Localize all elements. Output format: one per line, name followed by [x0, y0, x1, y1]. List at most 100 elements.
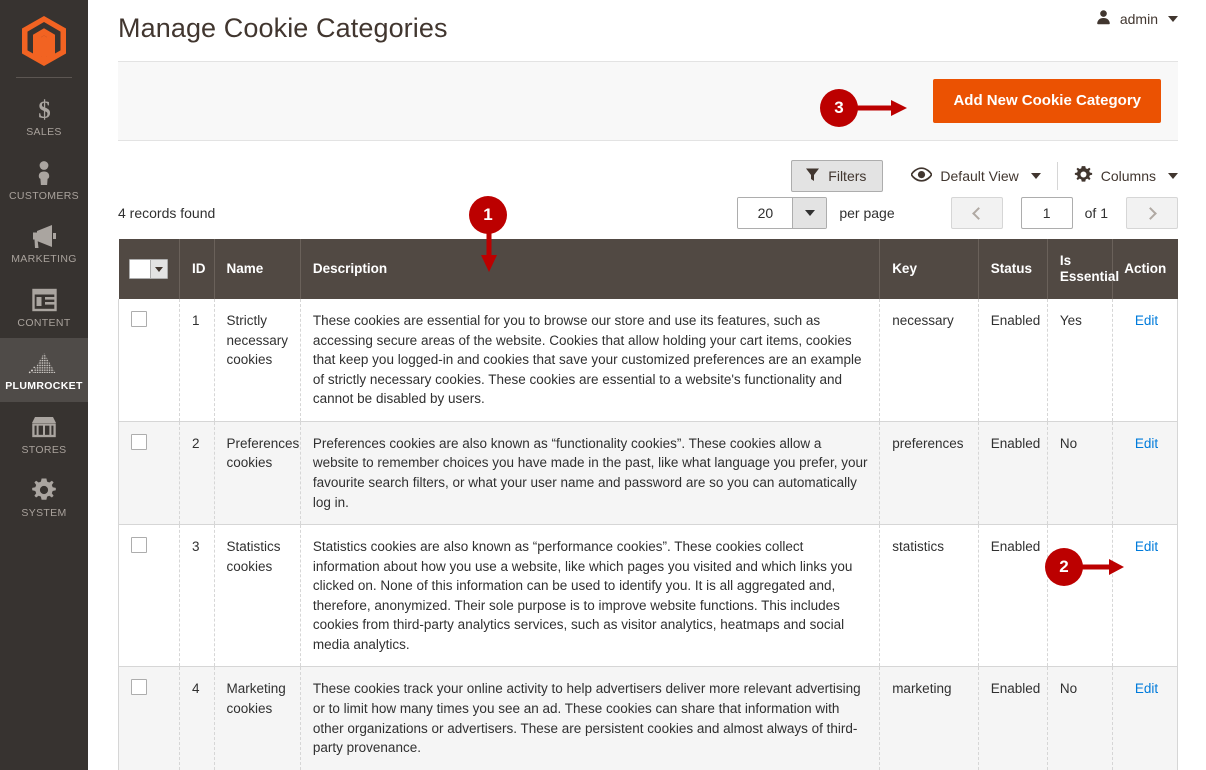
- cell-key: marketing: [879, 666, 979, 770]
- cell-status: Enabled: [978, 666, 1048, 770]
- columns-label: Columns: [1100, 168, 1156, 184]
- callout-badge-3: 3: [820, 89, 858, 127]
- total-pages-label: of 1: [1084, 205, 1108, 221]
- cell-id: 4: [179, 666, 215, 770]
- sidebar-item-customers[interactable]: CUSTOMERS: [0, 148, 88, 212]
- row-checkbox[interactable]: [131, 433, 147, 450]
- sidebar-item-marketing[interactable]: MARKETING: [0, 211, 88, 275]
- grid-summary-row: 4 records found 20 per page of 1: [118, 187, 1178, 239]
- row-checkbox[interactable]: [131, 537, 147, 554]
- admin-page: $ SALES CUSTOMERS MARKETING CONTENT PLUM…: [0, 0, 1206, 770]
- chevron-down-icon[interactable]: [149, 260, 167, 278]
- cell-is-essential: No: [1047, 421, 1113, 526]
- chevron-down-icon: [1168, 173, 1178, 179]
- grid-toolbar: Filters Default View Columns: [118, 141, 1178, 192]
- next-page-button[interactable]: [1126, 197, 1178, 229]
- cell-is-essential: [1047, 524, 1113, 668]
- cell-description: These cookies track your online activity…: [300, 666, 881, 770]
- row-checkbox[interactable]: [131, 311, 147, 327]
- chevron-down-icon: [1030, 173, 1041, 179]
- sidebar-item-plumrocket[interactable]: PLUMROCKET: [0, 338, 88, 402]
- edit-link[interactable]: Edit: [1135, 539, 1158, 554]
- column-header-name[interactable]: Name: [214, 239, 301, 299]
- cell-id: 2: [179, 421, 215, 526]
- table-row: 3 Statistics cookies Statistics cookies …: [118, 524, 1179, 668]
- dollar-icon: $: [35, 95, 54, 122]
- select-all-header: [118, 239, 180, 299]
- sidebar-item-label: PLUMROCKET: [5, 380, 83, 393]
- cell-key: statistics: [879, 524, 979, 668]
- cookie-categories-table: ID Name Description Key Status Is Essent…: [118, 239, 1179, 770]
- pagination-controls: 20 per page of 1: [737, 197, 1178, 229]
- row-checkbox[interactable]: [131, 679, 147, 696]
- toolbar-divider: [1056, 162, 1058, 190]
- edit-link[interactable]: Edit: [1135, 436, 1158, 451]
- cell-description: Preferences cookies are also known as “f…: [300, 421, 881, 526]
- cell-status: Enabled: [978, 524, 1048, 668]
- avatar: [1095, 9, 1112, 29]
- column-header-key[interactable]: Key: [879, 239, 979, 299]
- chevron-left-icon: [971, 206, 985, 220]
- cell-action: Edit: [1112, 666, 1179, 770]
- row-select-cell: [118, 421, 180, 526]
- column-header-description[interactable]: Description: [300, 239, 881, 299]
- cell-name: Statistics cookies: [214, 524, 301, 668]
- chevron-right-icon: [1144, 206, 1157, 220]
- per-page-label: per page: [839, 205, 895, 221]
- admin-user-menu[interactable]: admin: [1095, 9, 1178, 29]
- column-header-id[interactable]: ID: [179, 239, 215, 299]
- sidebar-item-stores[interactable]: STORES: [0, 402, 88, 466]
- edit-link[interactable]: Edit: [1135, 681, 1158, 696]
- cell-status: Enabled: [978, 299, 1048, 422]
- cell-description: Statistics cookies are also known as “pe…: [300, 524, 881, 668]
- chevron-down-icon: [792, 198, 827, 228]
- sidebar-item-sales[interactable]: $ SALES: [0, 84, 88, 148]
- cell-id: 3: [179, 524, 215, 668]
- callout-arrow-3: [855, 100, 907, 116]
- columns-button[interactable]: Columns: [1074, 165, 1178, 187]
- select-all-checkbox[interactable]: [129, 260, 150, 278]
- cell-name: Marketing cookies: [214, 666, 301, 770]
- edit-link[interactable]: Edit: [1135, 313, 1158, 328]
- row-select-cell: [118, 666, 180, 770]
- table-header-row: ID Name Description Key Status Is Essent…: [118, 239, 1178, 299]
- table-row: 2 Preferences cookies Preferences cookie…: [118, 421, 1179, 526]
- megaphone-icon: [30, 222, 58, 249]
- main-content: Manage Cookie Categories admin Add New C…: [88, 0, 1206, 770]
- svg-text:$: $: [38, 97, 51, 122]
- previous-page-button[interactable]: [950, 197, 1003, 229]
- sidebar-item-content[interactable]: CONTENT: [0, 275, 88, 339]
- table-row: 1 Strictly necessary cookies These cooki…: [118, 299, 1179, 422]
- sidebar-item-label: SYSTEM: [21, 507, 67, 520]
- sidebar-item-label: STORES: [21, 443, 67, 456]
- sidebar-item-system[interactable]: SYSTEM: [0, 465, 88, 529]
- column-header-is-essential[interactable]: Is Essential: [1047, 239, 1119, 299]
- page-number-input[interactable]: [1020, 197, 1073, 229]
- callout-badge-2: 2: [1045, 548, 1083, 586]
- store-icon: [30, 413, 58, 440]
- row-select-cell: [118, 524, 180, 668]
- cell-is-essential: Yes: [1047, 299, 1113, 422]
- cell-key: necessary: [879, 299, 979, 422]
- column-header-action: Action: [1112, 239, 1178, 299]
- add-new-cookie-category-button[interactable]: Add New Cookie Category: [933, 79, 1161, 123]
- magento-logo-icon[interactable]: [0, 8, 88, 74]
- view-switcher[interactable]: Default View: [911, 167, 1041, 185]
- funnel-icon: [805, 167, 820, 185]
- sidebar-divider: [16, 77, 72, 78]
- table-row: 4 Marketing cookies These cookies track …: [118, 666, 1179, 770]
- filters-label: Filters: [828, 168, 867, 184]
- cell-status: Enabled: [978, 421, 1048, 526]
- chevron-down-icon: [1168, 16, 1178, 22]
- page-title: Manage Cookie Categories: [118, 12, 448, 43]
- per-page-select[interactable]: 20: [737, 197, 828, 229]
- cell-name: Preferences cookies: [214, 421, 301, 526]
- admin-user-label: admin: [1119, 11, 1158, 27]
- sidebar-item-label: CONTENT: [17, 316, 71, 329]
- select-all-dropdown[interactable]: [128, 259, 168, 279]
- column-header-status[interactable]: Status: [978, 239, 1048, 299]
- cell-description: These cookies are essential for you to b…: [300, 299, 881, 422]
- gear-icon: [31, 476, 57, 503]
- sidebar-item-label: CUSTOMERS: [8, 189, 80, 202]
- cell-key: preferences: [879, 421, 979, 526]
